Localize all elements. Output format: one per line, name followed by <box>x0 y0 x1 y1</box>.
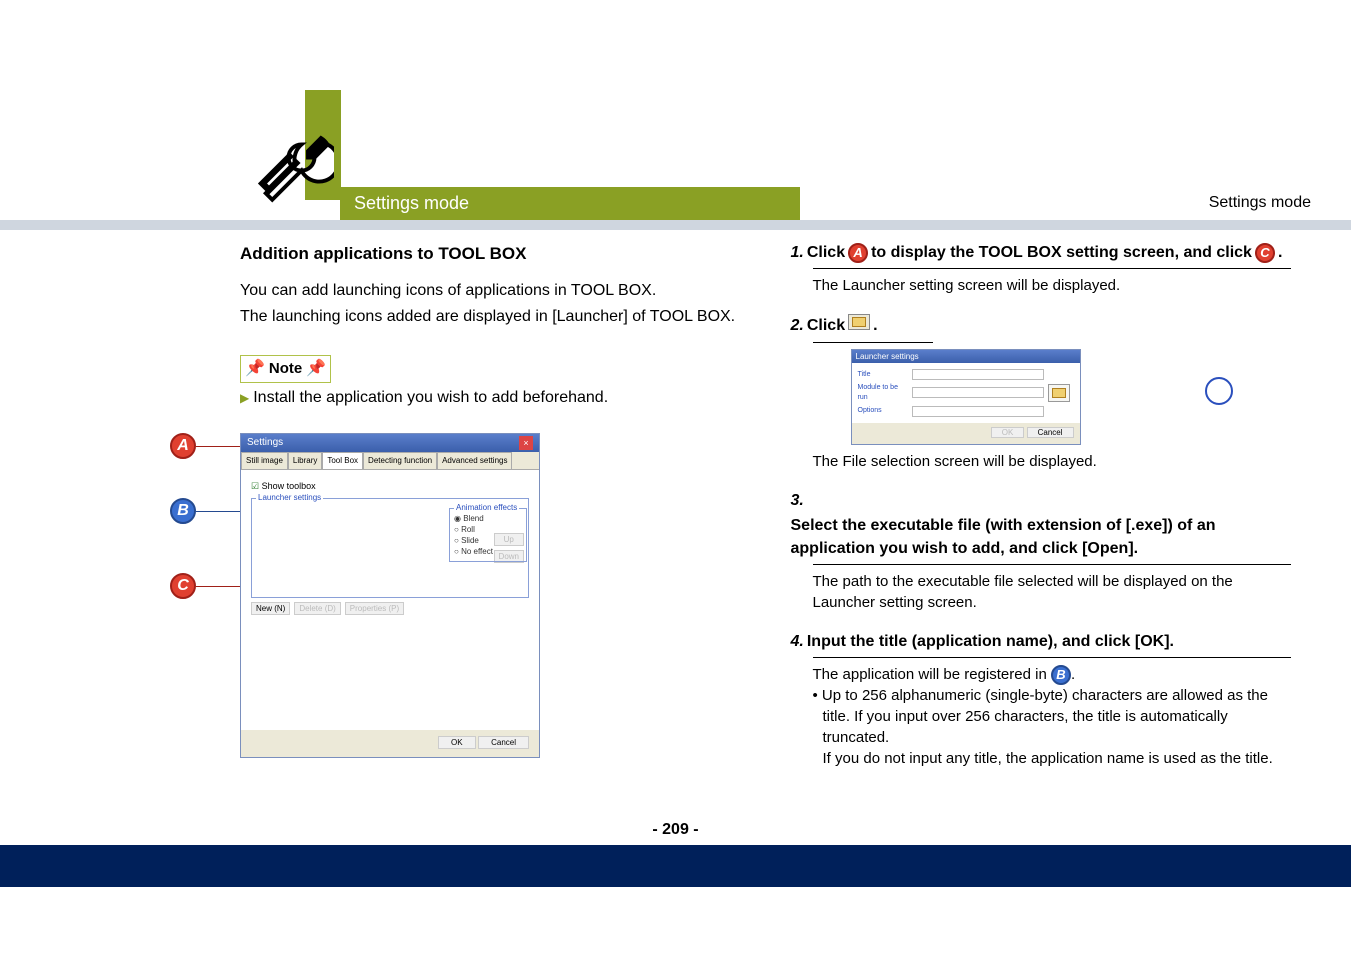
marker-a-line <box>196 446 240 447</box>
properties-button[interactable]: Properties (P) <box>345 602 404 615</box>
radio-roll[interactable]: ○ Roll <box>454 524 522 535</box>
marker-b: B <box>170 498 196 524</box>
ld-title-label: Title <box>858 370 908 380</box>
ld-module-label: Module to be run <box>858 383 908 403</box>
note-text: Install the application you wish to add … <box>240 387 741 409</box>
settings-dialog-title: Settings <box>247 436 283 450</box>
tab-library[interactable]: Library <box>288 452 322 468</box>
step-2-body: The File selection screen will be displa… <box>791 451 1292 472</box>
step-4-body: The application will be registered in B.… <box>791 664 1292 769</box>
ld-options-input[interactable] <box>912 406 1044 417</box>
step-1-body: The Launcher setting screen will be disp… <box>791 275 1292 296</box>
launcher-settings-dialog: Launcher settings Title Module to be run… <box>851 349 1081 445</box>
ld-options-label: Options <box>858 406 908 416</box>
new-button[interactable]: New (N) <box>251 602 290 615</box>
header-green-bar: Settings mode <box>340 187 800 220</box>
tab-still-image[interactable]: Still image <box>241 452 288 468</box>
marker-b-line <box>196 511 240 512</box>
pin-icon: 📌 <box>306 358 326 380</box>
step-3-body: The path to the executable file selected… <box>791 571 1292 613</box>
step-1-heading: 1. Click A to display the TOOL BOX setti… <box>791 242 1292 264</box>
ld-cancel-button[interactable]: Cancel <box>1027 427 1074 438</box>
note-box: 📌 Note 📌 <box>240 355 331 383</box>
step-4-heading: 4. Input the title (application name), a… <box>791 631 1292 653</box>
step-4-bullet: • Up to 256 alphanumeric (single-byte) c… <box>813 685 1292 748</box>
note-label: Note <box>269 358 302 379</box>
folder-open-icon <box>848 314 870 330</box>
marker-c: C <box>170 573 196 599</box>
marker-b-inline: B <box>1051 665 1071 685</box>
settings-dialog-titlebar: Settings × <box>241 434 539 452</box>
radio-blend[interactable]: ◉ Blend <box>454 513 522 524</box>
step-2-heading: 2. Click . <box>791 314 1292 337</box>
section-heading: Addition applications to TOOL BOX <box>240 242 741 266</box>
marker-c-line <box>196 586 240 587</box>
tab-advanced[interactable]: Advanced settings <box>437 452 512 468</box>
ok-button[interactable]: OK <box>438 736 476 749</box>
radio-noeffect[interactable]: ○ No effect <box>454 546 522 557</box>
pin-icon: 📌 <box>245 358 265 380</box>
marker-a: A <box>170 433 196 459</box>
footer-bar <box>0 845 1351 887</box>
animation-effects-label: Animation effects <box>454 502 519 513</box>
launcher-dialog-title: Launcher settings <box>852 350 1080 363</box>
animation-effects-group: Animation effects ◉ Blend ○ Roll ○ Slide… <box>449 508 527 563</box>
page-number: - 209 - <box>0 821 1351 839</box>
radio-slide[interactable]: ○ Slide <box>454 535 522 546</box>
intro-para-1: You can add launching icons of applicati… <box>240 280 741 302</box>
marker-a-inline: A <box>848 243 868 263</box>
ld-title-input[interactable] <box>912 369 1044 380</box>
delete-button[interactable]: Delete (D) <box>294 602 340 615</box>
wrench-icon <box>256 125 334 220</box>
step-3-heading: 3. Select the executable file (with exte… <box>791 490 1292 560</box>
settings-dialog: Settings × Still image Library Tool Box … <box>240 433 540 757</box>
marker-c-inline: C <box>1255 243 1275 263</box>
intro-para-2: The launching icons added are displayed … <box>240 306 741 328</box>
cancel-button[interactable]: Cancel <box>478 736 529 749</box>
browse-button[interactable] <box>1048 384 1070 402</box>
ld-module-input[interactable] <box>912 387 1044 398</box>
step-4-body2: If you do not input any title, the appli… <box>813 748 1292 769</box>
close-icon[interactable]: × <box>519 436 533 450</box>
header-divider <box>0 220 1351 230</box>
browse-highlight-circle <box>1205 377 1233 405</box>
ld-ok-button[interactable]: OK <box>991 427 1025 438</box>
show-toolbox-checkbox[interactable]: ☑ Show toolbox <box>251 481 316 491</box>
tab-detecting[interactable]: Detecting function <box>363 452 437 468</box>
launcher-settings-label: Launcher settings <box>256 492 323 503</box>
settings-tabs: Still image Library Tool Box Detecting f… <box>241 452 539 469</box>
header-breadcrumb: Settings mode <box>800 194 1351 220</box>
tab-toolbox[interactable]: Tool Box <box>322 452 363 468</box>
